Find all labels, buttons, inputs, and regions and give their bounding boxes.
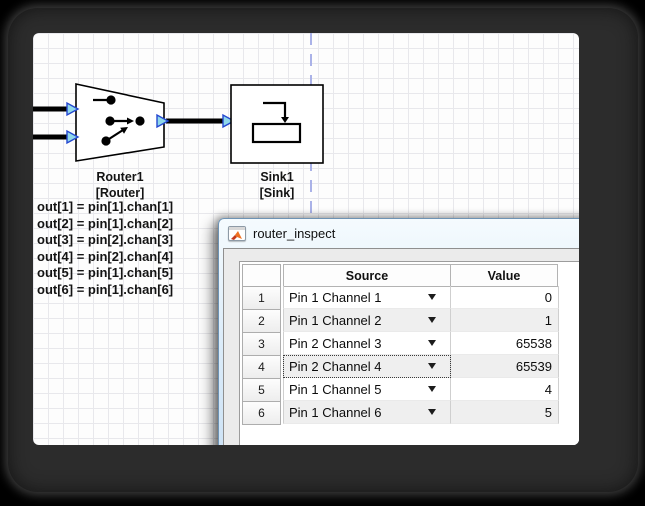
table-row: 2 Pin 1 Channel 2 1 (242, 309, 579, 332)
annotation-line: out[6] = pin[1].chan[6] (37, 282, 173, 299)
value-cell[interactable]: 0 (451, 286, 559, 309)
matlab-icon (228, 226, 246, 241)
source-label: Pin 1 Channel 5 (289, 382, 382, 397)
row-number: 1 (242, 286, 281, 310)
sink-type: [Sink] (222, 185, 332, 201)
value-cell[interactable]: 65538 (451, 332, 559, 355)
dropdown-arrow-icon[interactable] (428, 363, 436, 369)
row-number: 3 (242, 332, 281, 356)
screenshot-frame: Router1 [Router] Sink1 [Sink] out[1] = p… (8, 8, 638, 492)
table-row: 3 Pin 2 Channel 3 65538 (242, 332, 579, 355)
source-label: Pin 1 Channel 2 (289, 313, 382, 328)
annotation-line: out[3] = pin[2].chan[3] (37, 232, 173, 249)
dialog-content: Source Value 1 Pin 1 Channel 1 0 (223, 248, 579, 445)
column-header-source: Source (283, 264, 451, 287)
router-block-label[interactable]: Router1 [Router] (65, 169, 175, 201)
value-cell[interactable]: 4 (451, 378, 559, 401)
source-dropdown-cell[interactable]: Pin 2 Channel 4 (283, 355, 451, 378)
row-number: 6 (242, 401, 281, 425)
table-row: 4 Pin 2 Channel 4 65539 (242, 355, 579, 378)
row-number: 2 (242, 309, 281, 333)
annotation-line: out[1] = pin[1].chan[1] (37, 199, 173, 216)
dialog-titlebar[interactable]: router_inspect (219, 219, 579, 247)
source-dropdown-cell[interactable]: Pin 1 Channel 2 (283, 309, 451, 332)
table-row: 5 Pin 1 Channel 5 4 (242, 378, 579, 401)
dropdown-arrow-icon[interactable] (428, 409, 436, 415)
annotation-line: out[2] = pin[1].chan[2] (37, 216, 173, 233)
dropdown-arrow-icon[interactable] (428, 340, 436, 346)
source-label: Pin 1 Channel 6 (289, 405, 382, 420)
table-row: 6 Pin 1 Channel 6 5 (242, 401, 579, 424)
router-name: Router1 (65, 169, 175, 185)
annotation-line: out[4] = pin[2].chan[4] (37, 249, 173, 266)
corner-cell (242, 264, 281, 287)
sink-block-label[interactable]: Sink1 [Sink] (222, 169, 332, 201)
row-number: 5 (242, 378, 281, 402)
routing-annotation[interactable]: out[1] = pin[1].chan[1]out[2] = pin[1].c… (37, 199, 173, 298)
source-dropdown-cell[interactable]: Pin 1 Channel 5 (283, 378, 451, 401)
simulink-canvas[interactable]: Router1 [Router] Sink1 [Sink] out[1] = p… (33, 33, 579, 445)
dropdown-arrow-icon[interactable] (428, 294, 436, 300)
router-inspect-dialog: router_inspect Source Value 1 Pin 1 Chan… (218, 218, 579, 445)
sink-name: Sink1 (222, 169, 332, 185)
dialog-title: router_inspect (253, 226, 335, 241)
column-header-value: Value (450, 264, 558, 287)
inspector-table: Source Value 1 Pin 1 Channel 1 0 (239, 261, 579, 445)
value-cell[interactable]: 65539 (451, 355, 559, 378)
row-number: 4 (242, 355, 281, 379)
table-body: 1 Pin 1 Channel 1 0 2 Pin 1 Channel 2 (242, 286, 579, 424)
source-label: Pin 2 Channel 4 (289, 359, 382, 374)
source-label: Pin 2 Channel 3 (289, 336, 382, 351)
dropdown-arrow-icon[interactable] (428, 386, 436, 392)
source-dropdown-cell[interactable]: Pin 1 Channel 6 (283, 401, 451, 424)
table-header-row: Source Value (242, 264, 579, 286)
dropdown-arrow-icon[interactable] (428, 317, 436, 323)
source-dropdown-cell[interactable]: Pin 2 Channel 3 (283, 332, 451, 355)
source-dropdown-cell[interactable]: Pin 1 Channel 1 (283, 286, 451, 309)
source-label: Pin 1 Channel 1 (289, 290, 382, 305)
router-block[interactable] (76, 84, 164, 161)
annotation-line: out[5] = pin[1].chan[5] (37, 265, 173, 282)
value-cell[interactable]: 5 (451, 401, 559, 424)
table-row: 1 Pin 1 Channel 1 0 (242, 286, 579, 309)
value-cell[interactable]: 1 (451, 309, 559, 332)
